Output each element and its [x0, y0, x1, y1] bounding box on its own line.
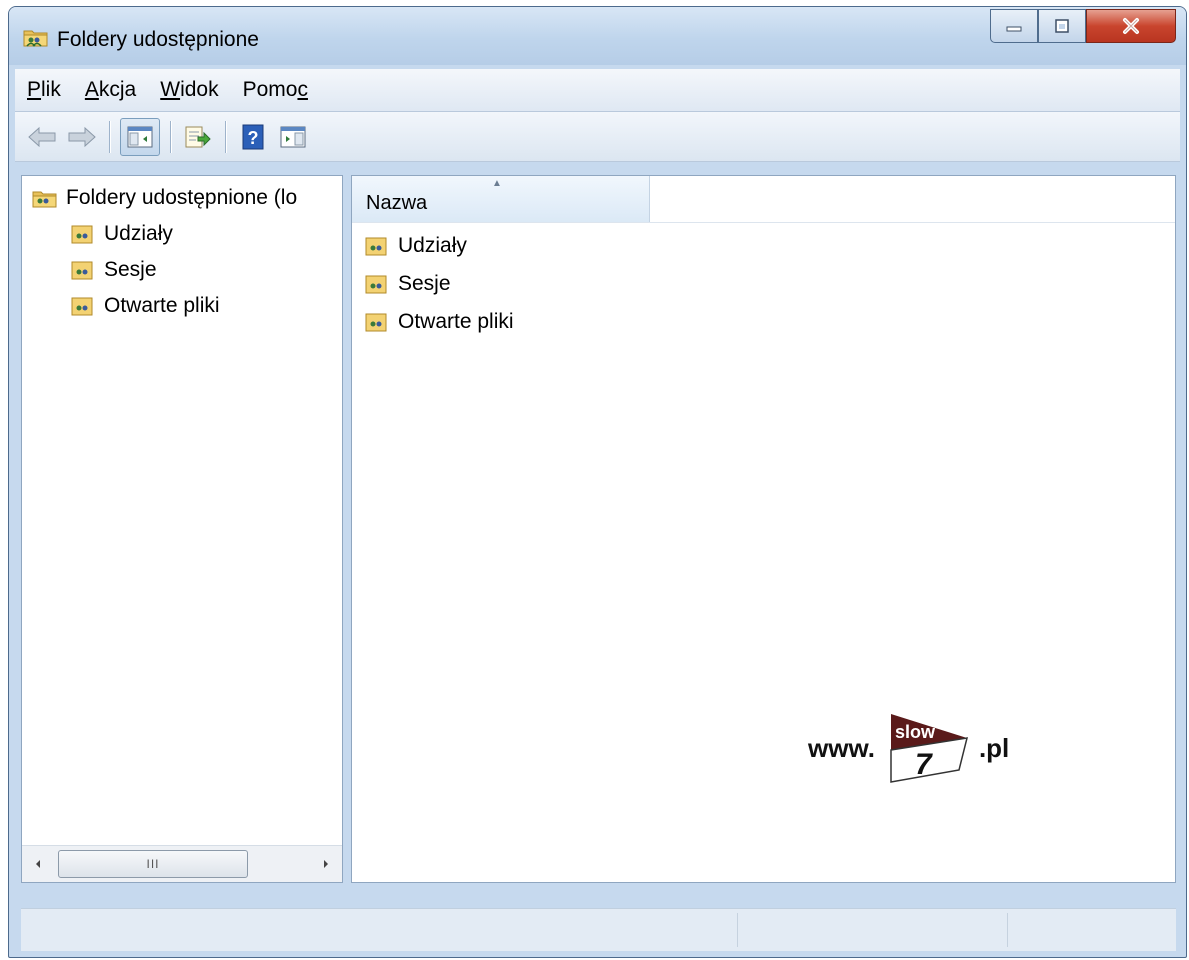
tree-item-sesje[interactable]: Sesje: [70, 258, 157, 282]
close-button[interactable]: [1086, 9, 1176, 43]
console-tree: Foldery udostępnione (lo Udziały Sesje O…: [21, 175, 343, 883]
open-files-folder-icon: [71, 297, 93, 316]
help-icon: ?: [242, 124, 264, 149]
horizontal-scrollbar[interactable]: III: [22, 845, 342, 882]
watermark-suffix: .pl: [978, 732, 1010, 763]
toolbar-separator: [109, 120, 110, 153]
window-controls: [990, 9, 1176, 45]
shares-folder-icon: [365, 237, 387, 256]
scroll-left-button[interactable]: [22, 846, 54, 882]
sort-ascending-icon: ▲: [492, 178, 502, 189]
forward-button[interactable]: [65, 120, 99, 154]
status-bar-divider: [737, 913, 738, 947]
title-bar[interactable]: Foldery udostępnione: [9, 7, 1186, 65]
forward-arrow-icon: [68, 126, 96, 147]
list-item-otwarte-pliki[interactable]: Otwarte pliki: [364, 310, 514, 334]
maximize-icon: [1055, 19, 1069, 33]
toolbar-separator: [225, 120, 226, 153]
show-hide-action-pane-button[interactable]: [276, 120, 310, 154]
tree-item-label: Otwarte pliki: [104, 294, 220, 317]
maximize-button[interactable]: [1038, 9, 1086, 43]
list-item-udzialy[interactable]: Udziały: [364, 234, 467, 258]
scroll-thumb-grip: III: [146, 857, 160, 871]
menu-pomoc[interactable]: Pomoc: [231, 78, 320, 102]
sessions-folder-icon: [71, 261, 93, 280]
column-header-nazwa[interactable]: ▲ Nazwa: [352, 176, 650, 222]
export-list-button[interactable]: [181, 120, 215, 154]
back-button[interactable]: [25, 120, 59, 154]
watermark-badge-top: slow: [895, 722, 936, 742]
tree-item-label: Udziały: [104, 222, 173, 245]
watermark: www. slow 7 .pl: [808, 710, 1009, 786]
tree-root-item[interactable]: Foldery udostępnione (lo: [32, 186, 344, 210]
window-title: Foldery udostępnione: [57, 28, 259, 51]
window: Foldery udostępnione Plik Akcja Widok Po…: [8, 6, 1187, 958]
scroll-thumb[interactable]: III: [58, 850, 248, 878]
scroll-right-button[interactable]: [310, 846, 342, 882]
column-header-label: Nazwa: [366, 192, 428, 214]
menu-widok[interactable]: Widok: [148, 78, 230, 102]
watermark-badge-number: 7: [915, 748, 933, 781]
close-icon: [1123, 18, 1139, 34]
show-hide-console-tree-icon: [127, 126, 153, 147]
show-hide-action-pane-icon: [280, 126, 306, 147]
open-files-folder-icon: [365, 313, 387, 332]
shared-folder-icon: [23, 30, 48, 47]
tree-item-udzialy[interactable]: Udziały: [70, 222, 173, 246]
watermark-prefix: www.: [808, 732, 875, 763]
tree-root-label: Foldery udostępnione (lo: [66, 186, 298, 209]
results-list: ▲ Nazwa Udziały Sesje Otwarte pliki: [351, 175, 1176, 883]
shares-folder-icon: [71, 225, 93, 244]
column-header-row: ▲ Nazwa: [352, 176, 1175, 223]
minimize-button[interactable]: [990, 9, 1038, 43]
chevron-left-icon: [36, 860, 40, 868]
status-bar-divider: [1007, 913, 1008, 947]
menu-bar: Plik Akcja Widok Pomoc: [15, 69, 1180, 112]
svg-text:?: ?: [248, 128, 259, 148]
list-item-label: Sesje: [398, 272, 451, 295]
menu-plik[interactable]: Plik: [15, 78, 73, 102]
menu-akcja[interactable]: Akcja: [73, 78, 148, 102]
list-item-label: Udziały: [398, 234, 467, 257]
toolbar: ?: [15, 112, 1180, 162]
minimize-icon: [1006, 26, 1022, 32]
list-item-label: Otwarte pliki: [398, 310, 514, 333]
export-list-icon: [185, 126, 211, 147]
help-button[interactable]: ?: [236, 120, 270, 154]
sessions-folder-icon: [365, 275, 387, 294]
watermark-logo: slow 7: [890, 714, 968, 783]
tree-item-label: Sesje: [104, 258, 157, 281]
status-bar: [21, 908, 1176, 951]
toolbar-separator: [170, 120, 171, 153]
show-hide-console-tree-button[interactable]: [120, 117, 160, 156]
list-item-sesje[interactable]: Sesje: [364, 272, 451, 296]
chevron-right-icon: [324, 860, 328, 868]
shared-folder-icon: [32, 191, 57, 208]
tree-item-otwarte-pliki[interactable]: Otwarte pliki: [70, 294, 220, 318]
back-arrow-icon: [28, 126, 56, 147]
